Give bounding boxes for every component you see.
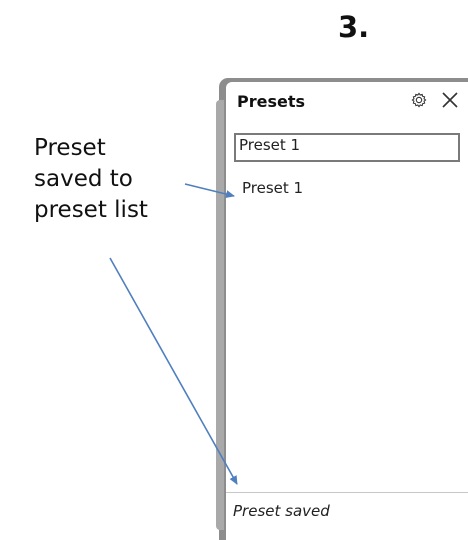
status-message: Preset saved	[233, 502, 330, 520]
step-number: 3.	[338, 10, 370, 44]
preset-list: Preset 1	[234, 177, 460, 477]
callout-line-1: Preset	[34, 135, 106, 161]
callout-line-2: saved to	[34, 166, 133, 192]
presets-panel: Presets Preset 1 Preset 1 Preset saved	[226, 82, 468, 540]
panel-resize-edge[interactable]	[216, 100, 224, 530]
callout-text: Preset saved to preset list	[34, 133, 184, 226]
preset-name-input[interactable]: Preset 1	[234, 133, 460, 162]
panel-header: Presets	[226, 82, 468, 122]
status-divider	[226, 492, 468, 493]
callout-line-3: preset list	[34, 197, 148, 223]
preset-list-item[interactable]: Preset 1	[234, 177, 460, 199]
panel-title: Presets	[237, 92, 306, 111]
close-icon[interactable]	[441, 91, 459, 109]
gear-icon[interactable]	[410, 91, 428, 109]
